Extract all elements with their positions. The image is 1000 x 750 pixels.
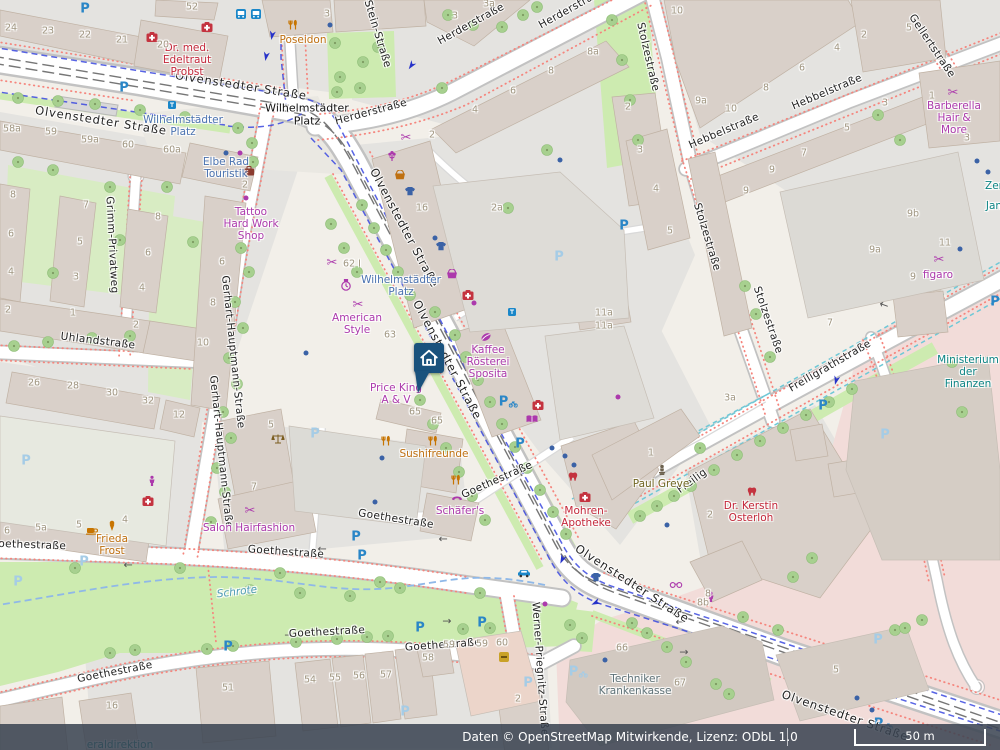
scale-bar: 50 m [854, 729, 986, 746]
marker-box [414, 343, 444, 373]
map-canvas[interactable]: PPPPPPPPPPPPPPPPPPPPPPP→→→→→→→→→✂✂✂✂✂✂ O… [0, 0, 1000, 750]
footer-separator [787, 728, 788, 746]
attribution-text: Daten © OpenStreetMap Mitwirkende, Lizen… [462, 730, 798, 744]
map-graphics [0, 0, 1000, 750]
attribution-bar: Daten © OpenStreetMap Mitwirkende, Lizen… [0, 724, 1000, 750]
home-icon [418, 347, 440, 369]
marker-pointer [415, 371, 433, 395]
scale-label: 50 m [905, 731, 935, 743]
